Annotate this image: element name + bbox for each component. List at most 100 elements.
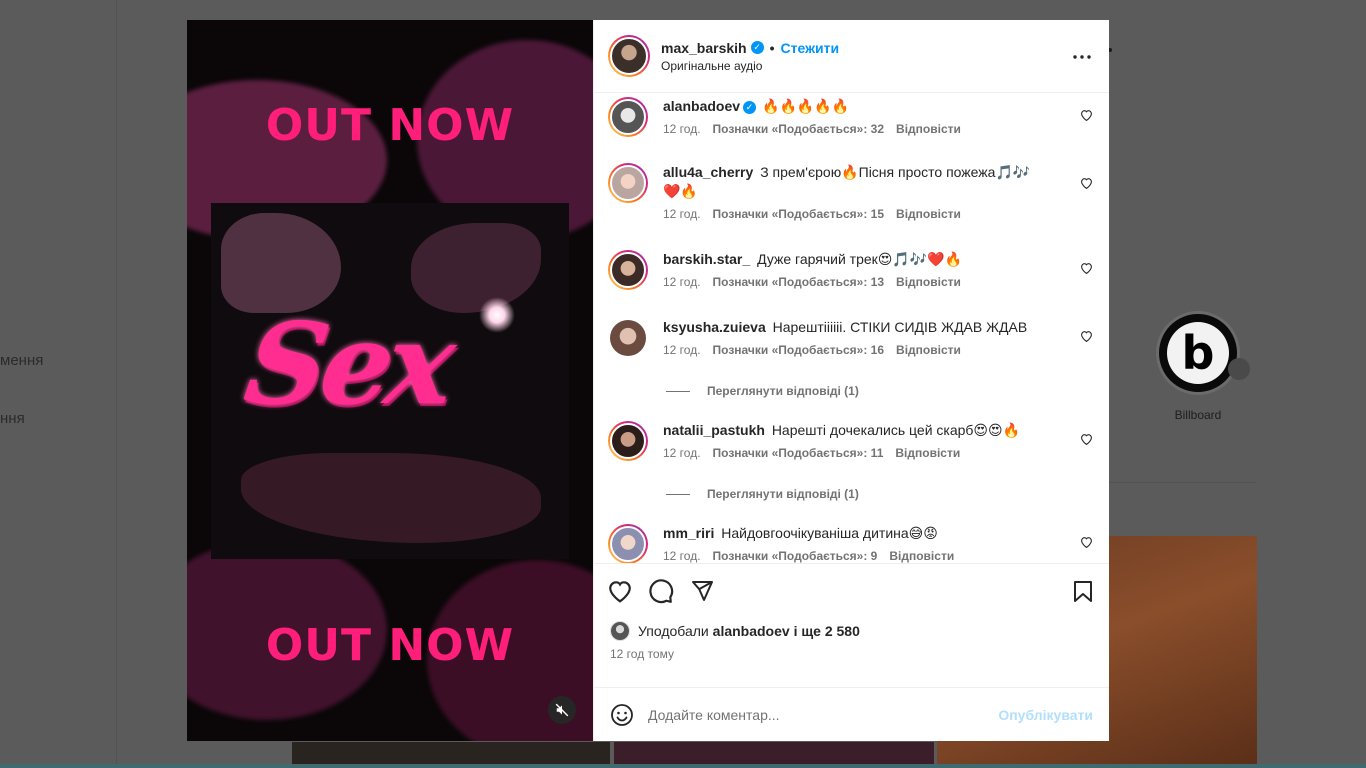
comment-username[interactable]: natalii_pastukh [663, 422, 765, 438]
comment-avatar[interactable] [608, 421, 648, 461]
heart-icon [609, 580, 631, 603]
cover-texture [241, 453, 541, 543]
comment-like-icon[interactable] [1080, 177, 1093, 189]
comment-time[interactable]: 12 год. [663, 275, 701, 289]
author-username[interactable]: max_barskih [661, 40, 747, 56]
post-actions [594, 563, 1109, 617]
replies-line [666, 493, 690, 495]
story-label[interactable]: Billboard [1150, 408, 1246, 422]
comment-username[interactable]: ksyusha.zuieva [663, 319, 766, 335]
comment-time[interactable]: 12 год. [663, 446, 701, 460]
save-button[interactable] [1073, 580, 1093, 608]
comment-like-icon[interactable] [1080, 262, 1093, 274]
comment-input[interactable] [648, 706, 968, 723]
view-replies-label: Переглянути відповіді (1) [707, 487, 859, 501]
comment-text: Нарештіііііі. СТІКИ СИДІВ ЖДАВ ЖДАВ [772, 319, 1028, 335]
story-badge [1228, 358, 1250, 380]
likes-summary: Уподобали alanbadoev і ще 2 580 [594, 617, 1109, 645]
like-button[interactable] [607, 579, 633, 603]
comment: mm_riri Найдовгоочікуваніша дитина😅😡 12 … [608, 524, 1095, 563]
comment-username[interactable]: barskih.star_ [663, 251, 750, 267]
emoji-icon[interactable] [610, 703, 634, 727]
taskbar-strip [0, 764, 1366, 768]
comment-time[interactable]: 12 год. [663, 207, 701, 221]
reply-button[interactable]: Відповісти [895, 446, 960, 460]
bookmark-icon [1074, 581, 1092, 602]
comment-likes[interactable]: Позначки «Подобається»: 16 [713, 343, 884, 357]
comment-time[interactable]: 12 год. [663, 549, 701, 563]
comment-time[interactable]: 12 год. [663, 122, 701, 136]
more-horizontal-icon [1073, 55, 1091, 59]
liker-username[interactable]: alanbadoev [713, 623, 790, 639]
comment-icon [649, 578, 674, 603]
liker-avatar [610, 621, 630, 641]
send-icon [692, 580, 713, 601]
out-now-top: OUT NOW [265, 100, 515, 151]
follow-button[interactable]: Стежити [781, 40, 840, 56]
view-replies-button[interactable]: Переглянути відповіді (1) [666, 487, 859, 501]
reply-button[interactable]: Відповісти [889, 549, 954, 563]
comment-avatar[interactable] [608, 318, 648, 358]
post-time[interactable]: 12 год тому [594, 645, 1109, 687]
billboard-logo-icon: b [1167, 322, 1229, 384]
comment-text: Нарешті дочекались цей скарб😍😍🔥 [771, 422, 1021, 438]
share-button[interactable] [689, 579, 715, 603]
sidebar-nav-item[interactable]: ння [0, 410, 25, 427]
audio-label[interactable]: Оригінальне аудіо [661, 59, 839, 73]
reply-button[interactable]: Відповісти [896, 275, 961, 289]
reply-button[interactable]: Відповісти [896, 122, 961, 136]
light-flare [479, 297, 515, 333]
comments-list[interactable]: alanbadoev ✓ 🔥🔥🔥🔥🔥 12 год. Позначки «Подоба… [594, 93, 1109, 563]
post-media[interactable]: OUT NOW Sex OUT NOW [187, 20, 593, 741]
comment-text: Дуже гарячий трек😍🎵🎶❤️🔥 [757, 251, 963, 267]
comment: ksyusha.zuieva Нарештіііііі. СТІКИ СИДІВ… [608, 318, 1095, 358]
mute-button[interactable] [548, 696, 576, 724]
likes-prefix: Уподобали [638, 623, 709, 639]
comment-avatar[interactable] [608, 524, 648, 563]
comment: allu4a_cherry З прем'єрою🔥Пісня просто п… [608, 163, 1095, 221]
cover-title: Sex [237, 299, 458, 430]
comment-avatar[interactable] [608, 97, 648, 137]
publish-button[interactable]: Опублікувати [998, 707, 1093, 723]
story-billboard[interactable]: b [1156, 311, 1240, 395]
view-replies-label: Переглянути відповіді (1) [707, 384, 859, 398]
comment-text: 🔥🔥🔥🔥🔥 [762, 98, 850, 114]
comment-avatar[interactable] [608, 250, 648, 290]
comment-username[interactable]: allu4a_cherry [663, 164, 753, 180]
comment-likes[interactable]: Позначки «Подобається»: 11 [713, 446, 884, 460]
author-avatar[interactable] [608, 35, 650, 77]
comment-like-icon[interactable] [1080, 536, 1093, 548]
comment-username[interactable]: alanbadoev [663, 98, 740, 114]
comment: natalii_pastukh Нарешті дочекались цей с… [608, 421, 1095, 461]
verified-icon: ✓ [750, 41, 764, 54]
post-header: max_barskih ✓ • Стежити Оригінальне ауді… [594, 20, 1109, 93]
post-modal: OUT NOW Sex OUT NOW max_barskih ✓ • Стеж… [187, 20, 1109, 741]
reply-button[interactable]: Відповісти [896, 207, 961, 221]
reply-button[interactable]: Відповісти [896, 343, 961, 357]
comment-avatar[interactable] [608, 163, 648, 203]
comment-likes[interactable]: Позначки «Подобається»: 13 [713, 275, 884, 289]
separator-dot: • [769, 39, 775, 56]
likes-count[interactable]: і ще 2 580 [794, 623, 860, 639]
replies-line [666, 390, 690, 392]
comment-like-icon[interactable] [1080, 330, 1093, 342]
view-replies-button[interactable]: Переглянути відповіді (1) [666, 384, 859, 398]
comment-likes[interactable]: Позначки «Подобається»: 15 [713, 207, 884, 221]
more-options-button[interactable] [1073, 46, 1091, 60]
sidebar-divider [116, 0, 117, 768]
verified-icon: ✓ [743, 101, 757, 114]
comment-likes[interactable]: Позначки «Подобається»: 9 [713, 549, 878, 563]
comment-username[interactable]: mm_riri [663, 525, 714, 541]
mute-icon [555, 703, 569, 717]
comment-like-icon[interactable] [1080, 109, 1093, 121]
out-now-bottom: OUT NOW [265, 620, 515, 671]
comment-like-icon[interactable] [1080, 433, 1093, 445]
cover-texture [221, 213, 341, 313]
album-cover: Sex [211, 203, 569, 559]
comment-button[interactable] [648, 578, 674, 604]
comment-time[interactable]: 12 год. [663, 343, 701, 357]
comment-likes[interactable]: Позначки «Подобається»: 32 [713, 122, 884, 136]
post-panel: max_barskih ✓ • Стежити Оригінальне ауді… [593, 20, 1109, 741]
comment: alanbadoev ✓ 🔥🔥🔥🔥🔥 12 год. Позначки «Подоба… [608, 97, 1095, 137]
sidebar-nav-item[interactable]: мення [0, 352, 43, 369]
